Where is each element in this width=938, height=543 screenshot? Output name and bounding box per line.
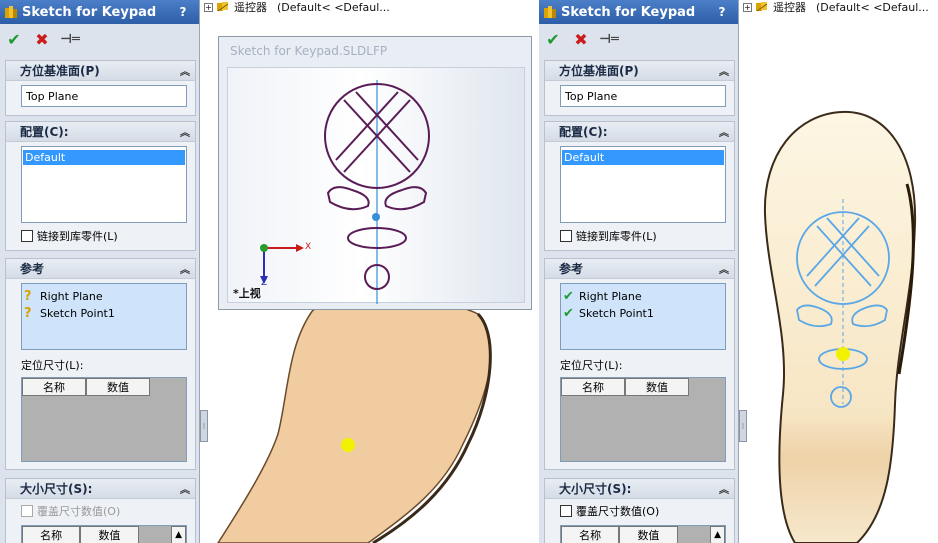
positioning-dims-table[interactable]: 名称 数值	[21, 377, 187, 462]
col-header-value[interactable]: 数值	[86, 378, 150, 396]
question-mark-icon: ?	[24, 306, 32, 321]
config-listbox[interactable]: Default	[560, 146, 726, 223]
col-header-name[interactable]: 名称	[561, 378, 625, 396]
scroll-up-icon[interactable]: ▲	[171, 526, 186, 543]
positioning-dims-table[interactable]: 名称 数值	[560, 377, 726, 462]
sketch-point	[836, 347, 850, 361]
link-library-checkbox-row[interactable]: 链接到库零件(L)	[21, 228, 118, 244]
expand-plus-icon[interactable]: +	[204, 2, 213, 12]
override-dims-checkbox-row[interactable]: 覆盖尺寸数值(O)	[560, 503, 659, 519]
positioning-dims-label: 定位尺寸(L):	[560, 359, 623, 372]
config-group: 配置(C): ︽ Default 链接到库零件(L)	[544, 121, 735, 251]
plane-group: 方位基准面(P) ︽	[5, 60, 196, 116]
reference-item[interactable]: ✔ Sketch Point1	[561, 305, 725, 322]
library-preview-window: Sketch for Keypad.SLDLFP X Z *上视	[218, 36, 532, 310]
collapse-chevron-icon[interactable]: ︽	[719, 261, 729, 276]
collapse-chevron-icon[interactable]: ︽	[180, 63, 190, 78]
property-manager-left: Sketch for Keypad ? ✔ ✖ ⊣═ 方位基准面(P) ︽ 配置…	[0, 0, 200, 543]
plane-field[interactable]	[560, 85, 726, 107]
reference-group-header[interactable]: 参考 ︽	[545, 259, 734, 279]
expand-plus-icon[interactable]: +	[743, 2, 752, 12]
collapse-chevron-icon[interactable]: ︽	[719, 63, 729, 78]
size-dims-table[interactable]: 名称 数值 ▲	[21, 525, 187, 543]
cancel-x-icon[interactable]: ✖	[32, 29, 52, 49]
plane-field[interactable]	[21, 85, 187, 107]
reference-list[interactable]: ✔ Right Plane ✔ Sketch Point1	[560, 283, 726, 350]
property-manager-right: Sketch for Keypad ? ✔ ✖ ⊣═ 方位基准面(P) ︽ 配置…	[539, 0, 739, 543]
config-list-item[interactable]: Default	[23, 150, 185, 165]
collapse-chevron-icon[interactable]: ︽	[180, 481, 190, 496]
reference-item[interactable]: ✔ Right Plane	[561, 288, 725, 305]
col-header-name[interactable]: 名称	[22, 378, 86, 396]
cancel-x-icon[interactable]: ✖	[571, 29, 591, 49]
pushpin-icon[interactable]: ⊣═	[599, 29, 619, 49]
link-library-checkbox[interactable]	[560, 230, 572, 242]
check-mark-icon: ✔	[563, 289, 574, 304]
positioning-dims-label: 定位尺寸(L):	[21, 359, 84, 372]
part-icon	[5, 6, 17, 18]
solidworks-window: Sketch for Keypad ? ✔ ✖ ⊣═ 方位基准面(P) ︽ 配置…	[0, 0, 938, 543]
col-header-name[interactable]: 名称	[561, 526, 620, 543]
collapse-chevron-icon[interactable]: ︽	[180, 124, 190, 139]
panel-splitter-handle[interactable]: ⁝	[200, 410, 208, 442]
reference-group-header[interactable]: 参考 ︽	[6, 259, 195, 279]
preview-canvas: X Z	[227, 67, 525, 304]
feature-tree-root[interactable]: + 遥控器 (Default< <Defaul...	[204, 0, 390, 14]
collapse-chevron-icon[interactable]: ︽	[180, 261, 190, 276]
view-orientation-label: *上视	[233, 287, 261, 300]
check-mark-icon: ✔	[563, 306, 574, 321]
reference-list[interactable]: ? Right Plane ? Sketch Point1	[21, 283, 187, 350]
col-header-value[interactable]: 数值	[619, 526, 678, 543]
ok-check-icon[interactable]: ✔	[543, 29, 563, 49]
scroll-up-icon[interactable]: ▲	[710, 526, 725, 543]
size-group-header[interactable]: 大小尺寸(S): ︽	[545, 479, 734, 499]
ok-check-icon[interactable]: ✔	[4, 29, 24, 49]
override-dims-checkbox	[21, 505, 33, 517]
reference-group: 参考 ︽ ✔ Right Plane ✔ Sketch Point1 定位尺寸(…	[544, 258, 735, 470]
panel-splitter-handle[interactable]: ⁝	[739, 410, 747, 442]
pm-action-bar: ✔ ✖ ⊣═	[0, 24, 199, 54]
reference-item[interactable]: ? Right Plane	[22, 288, 186, 305]
sketch-point	[341, 438, 355, 452]
override-dims-checkbox-row: 覆盖尺寸数值(O)	[21, 503, 120, 519]
plane-group: 方位基准面(P) ︽	[544, 60, 735, 116]
plane-group-header[interactable]: 方位基准面(P) ︽	[6, 61, 195, 81]
reference-item[interactable]: ? Sketch Point1	[22, 305, 186, 322]
help-icon[interactable]: ?	[175, 5, 191, 19]
config-group: 配置(C): ︽ Default 链接到库零件(L)	[5, 121, 196, 251]
config-listbox[interactable]: Default	[21, 146, 187, 223]
feature-tree-root[interactable]: + 遥控器 (Default< <Defaul...	[743, 0, 929, 14]
plane-group-header[interactable]: 方位基准面(P) ︽	[545, 61, 734, 81]
override-dims-checkbox[interactable]	[560, 505, 572, 517]
col-header-value[interactable]: 数值	[625, 378, 689, 396]
col-header-name[interactable]: 名称	[22, 526, 81, 543]
config-group-header[interactable]: 配置(C): ︽	[6, 122, 195, 142]
config-list-item[interactable]: Default	[562, 150, 724, 165]
pm-title-bar: Sketch for Keypad ?	[0, 0, 199, 24]
assembly-icon	[217, 2, 229, 12]
col-header-value[interactable]: 数值	[80, 526, 139, 543]
keypad-part-placed	[763, 110, 917, 543]
collapse-chevron-icon[interactable]: ︽	[719, 124, 729, 139]
pm-title: Sketch for Keypad	[561, 4, 696, 20]
question-mark-icon: ?	[24, 289, 32, 304]
pm-title: Sketch for Keypad	[22, 4, 157, 20]
pm-title-bar: Sketch for Keypad ?	[539, 0, 738, 24]
collapse-chevron-icon[interactable]: ︽	[719, 481, 729, 496]
size-dims-table[interactable]: 名称 数值 ▲	[560, 525, 726, 543]
reference-group: 参考 ︽ ? Right Plane ? Sketch Point1 定位尺寸(…	[5, 258, 196, 470]
config-group-header[interactable]: 配置(C): ︽	[545, 122, 734, 142]
part-icon	[544, 6, 556, 18]
graphics-area-right[interactable]	[747, 14, 938, 543]
pm-action-bar: ✔ ✖ ⊣═	[539, 24, 738, 54]
pushpin-icon[interactable]: ⊣═	[60, 29, 80, 49]
preview-title: Sketch for Keypad.SLDLFP	[230, 44, 388, 58]
size-group: 大小尺寸(S): ︽ 覆盖尺寸数值(O) 名称 数值 ▲	[5, 478, 196, 543]
help-icon[interactable]: ?	[714, 5, 730, 19]
link-library-checkbox-row[interactable]: 链接到库零件(L)	[560, 228, 657, 244]
link-library-checkbox[interactable]	[21, 230, 33, 242]
size-group: 大小尺寸(S): ︽ 覆盖尺寸数值(O) 名称 数值 ▲	[544, 478, 735, 543]
assembly-icon	[756, 2, 768, 12]
size-group-header[interactable]: 大小尺寸(S): ︽	[6, 479, 195, 499]
